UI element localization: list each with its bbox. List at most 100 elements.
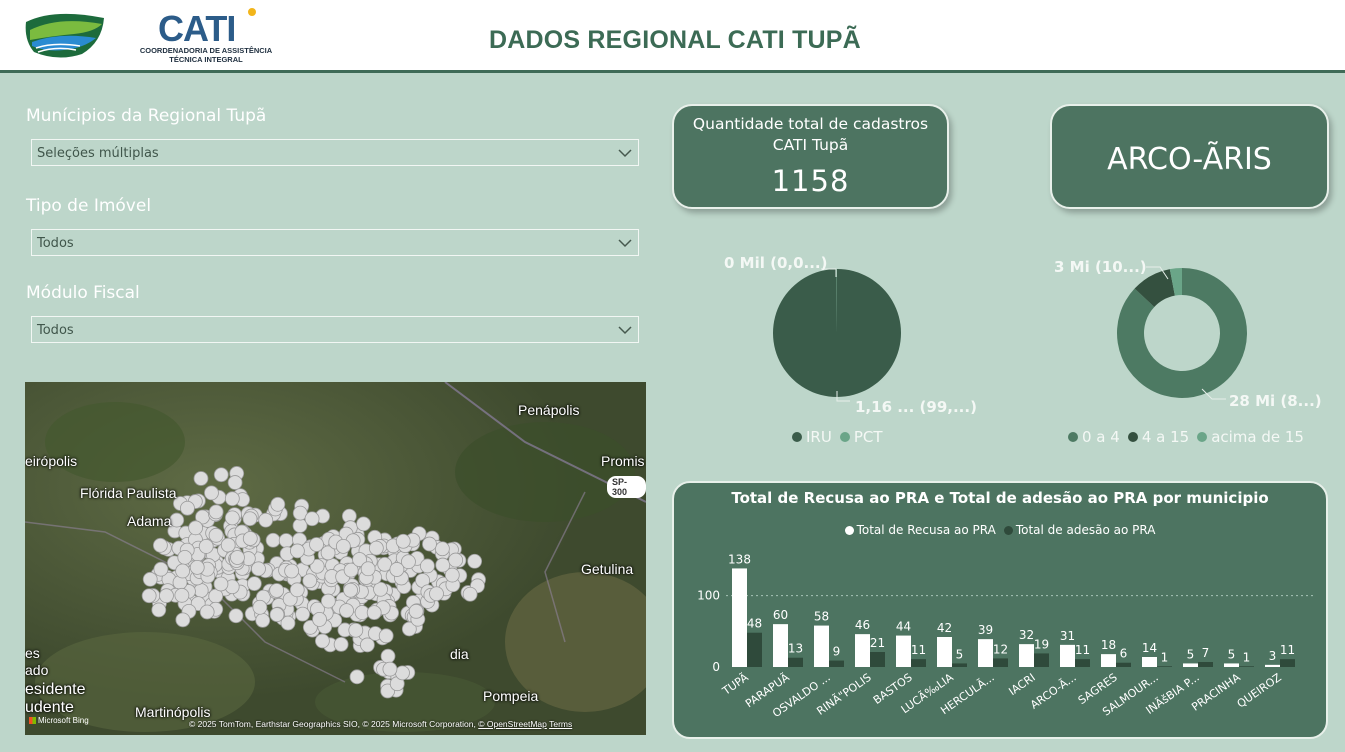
cati-logo-word: CATI — [158, 8, 236, 49]
tipo-imovel-dropdown[interactable]: Todos — [31, 229, 639, 256]
map-background — [25, 382, 646, 735]
map-point — [204, 485, 219, 501]
map-place-label: eirópolis — [25, 453, 78, 469]
data-label: 48 — [747, 617, 762, 631]
map-point — [265, 532, 281, 548]
map-point — [270, 496, 286, 512]
bar-adesao[interactable] — [870, 652, 885, 667]
data-label: 19 — [1034, 637, 1049, 651]
chevron-down-icon — [618, 326, 632, 335]
bar-adesao[interactable] — [747, 632, 762, 667]
map-point — [269, 607, 285, 623]
bar-adesao[interactable] — [788, 657, 803, 667]
legend-item-pct[interactable]: PCT — [839, 428, 883, 446]
bar-recusa[interactable] — [1142, 657, 1157, 667]
bar-recusa[interactable] — [1060, 644, 1075, 667]
modulo-fiscal-dropdown-value: Todos — [37, 323, 74, 338]
kpi-total-card: Quantidade total de cadastros CATI Tupã … — [672, 104, 949, 209]
bar-recusa[interactable] — [1224, 663, 1239, 667]
legend-item-acima-de-15[interactable]: acima de 15 — [1197, 428, 1304, 446]
bar-recusa[interactable] — [1101, 654, 1116, 667]
map-point — [382, 661, 398, 677]
road-shield: SP-300 — [607, 476, 646, 498]
data-label: 60 — [773, 608, 788, 622]
municipios-dropdown[interactable]: Seleções múltiplas — [31, 139, 639, 166]
bar-adesao[interactable] — [993, 658, 1008, 667]
map-point — [153, 561, 169, 577]
bar-chart-plot[interactable]: 010013848TUPÃ6013PARAPUÃ589OSVALDO ...46… — [674, 483, 1326, 737]
data-label: 11 — [1280, 643, 1295, 657]
legend-item-iru[interactable]: IRU — [792, 428, 832, 446]
data-label: 12 — [993, 642, 1008, 656]
modulo-fiscal-dropdown[interactable]: Todos — [31, 316, 639, 343]
bar-adesao[interactable] — [1034, 653, 1049, 667]
data-label: 44 — [896, 620, 911, 634]
legend-item-0-a-4[interactable]: 0 a 4 — [1068, 428, 1120, 446]
bing-label: Microsoft Bing — [38, 716, 89, 725]
bar-adesao[interactable] — [829, 660, 844, 667]
map-place-label: esidente — [25, 681, 86, 698]
map-visual[interactable]: Penápolis eirópolis Flórida Paulista Pro… — [25, 382, 646, 735]
bar-adesao[interactable] — [911, 659, 926, 667]
kpi-municipio-value: ARCO-ÃRIS — [1107, 142, 1272, 177]
bar-adesao[interactable] — [1116, 662, 1131, 667]
data-label: 42 — [937, 621, 952, 635]
header-bar: CATI COORDENADORIA DE ASSISTÊNCIA TÉCNIC… — [0, 0, 1345, 73]
legend-label: acima de 15 — [1211, 428, 1304, 446]
bar-recusa[interactable] — [855, 634, 870, 667]
map-place-label: udente — [25, 699, 74, 716]
bar-chart-card: Total de Recusa ao PRA e Total de adesão… — [672, 481, 1328, 739]
x-tick-label: IACRI — [1006, 671, 1037, 698]
map-point — [343, 582, 358, 598]
cati-sub-line2: TÉCNICA INTEGRAL — [169, 55, 243, 64]
map-point — [408, 603, 424, 619]
data-label: 3 — [1269, 649, 1277, 663]
legend-item-4-a-15[interactable]: 4 a 15 — [1127, 428, 1190, 446]
data-label: 5 — [1228, 647, 1236, 661]
bar-recusa[interactable] — [896, 635, 911, 667]
map-place-label: Getulina — [581, 561, 634, 577]
y-tick-label: 0 — [712, 660, 720, 674]
cati-logo-subtitle: COORDENADORIA DE ASSISTÊNCIA TÉCNICA INT… — [138, 46, 274, 64]
map-point — [269, 583, 285, 598]
bar-recusa[interactable] — [1019, 644, 1034, 667]
map-point — [255, 612, 271, 628]
bing-logo: Microsoft Bing — [29, 716, 89, 725]
bar-adesao[interactable] — [1198, 662, 1213, 667]
bar-recusa[interactable] — [732, 568, 747, 667]
bar-recusa[interactable] — [1265, 664, 1280, 667]
map-point — [368, 540, 384, 556]
bar-adesao[interactable] — [1157, 666, 1172, 667]
data-label: 1 — [1161, 650, 1169, 664]
map-point — [230, 550, 245, 565]
bar-adesao[interactable] — [952, 663, 967, 667]
cati-logo: CATI COORDENADORIA DE ASSISTÊNCIA TÉCNIC… — [138, 8, 278, 66]
legend-label: 4 a 15 — [1141, 428, 1190, 446]
bar-recusa[interactable] — [1183, 663, 1198, 667]
bar-recusa[interactable] — [773, 624, 788, 667]
data-label: 14 — [1142, 641, 1157, 655]
map-point — [378, 628, 394, 644]
bar-recusa[interactable] — [937, 637, 952, 667]
map-point — [339, 603, 354, 619]
bar-adesao[interactable] — [1280, 659, 1295, 667]
donut-label-small: 3 Mi (10...) — [1054, 258, 1147, 276]
bar-adesao[interactable] — [1239, 666, 1254, 667]
map-point — [467, 553, 483, 569]
bar-recusa[interactable] — [978, 639, 993, 667]
map-place-label: Promis — [601, 453, 645, 469]
map-point — [366, 605, 382, 621]
kpi-total-value: 1158 — [771, 164, 850, 198]
map-point — [302, 573, 318, 589]
map-point — [314, 633, 330, 649]
map-point — [180, 500, 195, 516]
kpi-total-label-line1: Quantidade total de cadastros — [692, 115, 929, 133]
map-point — [429, 586, 444, 602]
legend-dot — [792, 432, 802, 442]
pie-legend: IRU PCT — [792, 428, 891, 446]
openstreetmap-link[interactable]: © OpenStreetMap — [478, 719, 547, 729]
terms-link[interactable]: Terms — [549, 719, 572, 729]
bar-recusa[interactable] — [814, 625, 829, 667]
filter-label-tipo-imovel: Tipo de Imóvel — [26, 196, 152, 216]
bar-adesao[interactable] — [1075, 659, 1090, 667]
